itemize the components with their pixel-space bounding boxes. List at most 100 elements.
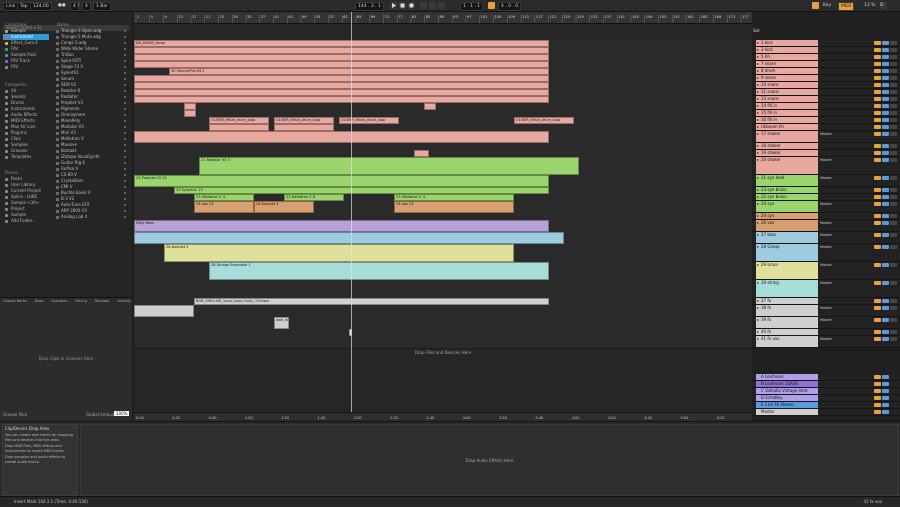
- track-activator-button[interactable]: [874, 375, 881, 379]
- track-header[interactable]: 10 snare: [752, 82, 900, 89]
- track-header[interactable]: 38 fx Master: [752, 305, 900, 317]
- arm-button[interactable]: [890, 299, 897, 303]
- metronome-icon[interactable]: ●●: [58, 2, 66, 9]
- solo-button[interactable]: [882, 188, 889, 192]
- fold-arrow-icon[interactable]: [757, 152, 759, 154]
- arm-button[interactable]: [890, 48, 897, 52]
- fold-arrow-icon[interactable]: [757, 119, 759, 121]
- record-button[interactable]: [408, 2, 415, 9]
- play-button[interactable]: [390, 2, 397, 9]
- return-track-header[interactable]: A Lexfroom: [752, 374, 900, 381]
- output-routing[interactable]: Master: [820, 202, 832, 206]
- solo-button[interactable]: [882, 375, 889, 379]
- category-item[interactable]: Templates: [3, 154, 49, 160]
- clip[interactable]: [134, 47, 549, 54]
- time-sig-denominator[interactable]: 4: [82, 2, 91, 11]
- output-routing[interactable]: Master: [820, 306, 832, 310]
- clip[interactable]: 21 Modular V3 3: [199, 157, 579, 175]
- collection-item[interactable]: FAV: [3, 64, 49, 70]
- track-name[interactable]: 28 Group: [756, 244, 818, 261]
- fold-arrow-icon[interactable]: [757, 177, 759, 179]
- place-item[interactable]: Add Folder...: [3, 218, 49, 224]
- solo-button[interactable]: [882, 62, 889, 66]
- arm-button[interactable]: [890, 132, 897, 136]
- return-track-name[interactable]: E CLA-76 Stereo: [756, 402, 818, 408]
- track-activator-button[interactable]: [874, 245, 881, 249]
- clip[interactable]: 26-Kontakt 5: [164, 244, 514, 262]
- track-name[interactable]: 15 fill in: [756, 110, 818, 116]
- track-name[interactable]: 26 vox: [756, 220, 818, 231]
- fold-arrow-icon[interactable]: [757, 319, 759, 321]
- arm-button[interactable]: [890, 69, 897, 73]
- clip[interactable]: [134, 89, 549, 96]
- arm-button[interactable]: [890, 281, 897, 285]
- fold-arrow-icon[interactable]: [757, 91, 759, 93]
- output-routing[interactable]: Master: [820, 158, 832, 162]
- track-activator-button[interactable]: [874, 188, 881, 192]
- track-lane[interactable]: [134, 280, 752, 299]
- track-name[interactable]: 9 snare: [756, 75, 818, 81]
- track-activator-button[interactable]: [874, 90, 881, 94]
- track-activator-button[interactable]: [874, 69, 881, 73]
- track-name[interactable]: 19 shaker: [756, 150, 818, 156]
- clip[interactable]: OLIVER_Hihat_drum_loop: [274, 117, 334, 124]
- track-name[interactable]: 38 fx: [756, 305, 818, 316]
- solo-button[interactable]: [882, 176, 889, 180]
- track-lane[interactable]: 26-Kontakt 5: [134, 244, 752, 263]
- output-routing[interactable]: Master: [820, 245, 832, 249]
- arm-button[interactable]: [890, 111, 897, 115]
- track-name[interactable]: 13 snare: [756, 96, 818, 102]
- track-header[interactable]: 15 fill in: [752, 110, 900, 117]
- track-header[interactable]: 20 shaker Master: [752, 157, 900, 175]
- arm-button[interactable]: [890, 330, 897, 334]
- track-header[interactable]: 7 snare: [752, 61, 900, 68]
- loop-length-field[interactable]: 4 . 0 . 0: [498, 2, 522, 11]
- track-activator-button[interactable]: [874, 144, 881, 148]
- arm-button[interactable]: [890, 41, 897, 45]
- fold-arrow-icon[interactable]: [757, 145, 759, 147]
- solo-button[interactable]: [882, 221, 889, 225]
- track-activator-button[interactable]: [874, 318, 881, 322]
- track-name[interactable]: 27 bass: [756, 232, 818, 243]
- midi-map-button[interactable]: MIDI: [838, 2, 855, 11]
- fold-arrow-icon[interactable]: [757, 63, 759, 65]
- timeline-ruler[interactable]: 1 5 9 13 17 21 25 29 33 37 41 45 49 53 57 61 65 69 73 77 81 8…: [134, 12, 752, 24]
- track-activator-button[interactable]: [874, 151, 881, 155]
- track-header[interactable]: 24 syn Master: [752, 201, 900, 213]
- fold-arrow-icon[interactable]: [757, 300, 759, 302]
- solo-button[interactable]: [882, 41, 889, 45]
- output-routing[interactable]: Master: [820, 263, 832, 267]
- fold-arrow-icon[interactable]: [757, 282, 759, 284]
- track-name[interactable]: 14 fill in: [756, 103, 818, 109]
- track-name[interactable]: 24 syn: [756, 201, 818, 212]
- fold-arrow-icon[interactable]: [757, 234, 759, 236]
- tap-button[interactable]: Tap: [17, 2, 31, 11]
- track-activator-button[interactable]: [874, 396, 881, 400]
- track-activator-button[interactable]: [874, 55, 881, 59]
- track-header[interactable]: 3 kick: [752, 47, 900, 54]
- track-header[interactable]: 11 snare: [752, 89, 900, 96]
- track-activator-button[interactable]: [874, 41, 881, 45]
- track-header[interactable]: 39 fx Master: [752, 317, 900, 329]
- arm-button[interactable]: [890, 90, 897, 94]
- track-header[interactable]: 16 fill in: [752, 117, 900, 124]
- clip[interactable]: wah_wah: [274, 317, 289, 329]
- solo-button[interactable]: [882, 202, 889, 206]
- return-track-name[interactable]: C Valhalla Vintage Verb: [756, 388, 818, 394]
- arm-button[interactable]: [890, 306, 897, 310]
- track-name[interactable]: 8 drum: [756, 68, 818, 74]
- clip[interactable]: OLIVER_Hihat_drum_loop: [514, 117, 574, 124]
- clip[interactable]: OLIVER_Hihat_drum_loop: [209, 117, 269, 124]
- output-routing[interactable]: Master: [820, 233, 832, 237]
- fold-arrow-icon[interactable]: [757, 203, 759, 205]
- track-header[interactable]: 26 vox Master: [752, 220, 900, 232]
- fold-arrow-icon[interactable]: [757, 222, 759, 224]
- clip[interactable]: 23-Mellotron V 6: [284, 194, 344, 201]
- solo-button[interactable]: [882, 281, 889, 285]
- fold-arrow-icon[interactable]: [757, 159, 759, 161]
- track-name[interactable]: 24 syn: [756, 213, 818, 219]
- fold-arrow-icon[interactable]: [757, 215, 759, 217]
- return-track-header[interactable]: Master: [752, 409, 900, 416]
- arm-button[interactable]: [890, 83, 897, 87]
- track-activator-button[interactable]: [874, 97, 881, 101]
